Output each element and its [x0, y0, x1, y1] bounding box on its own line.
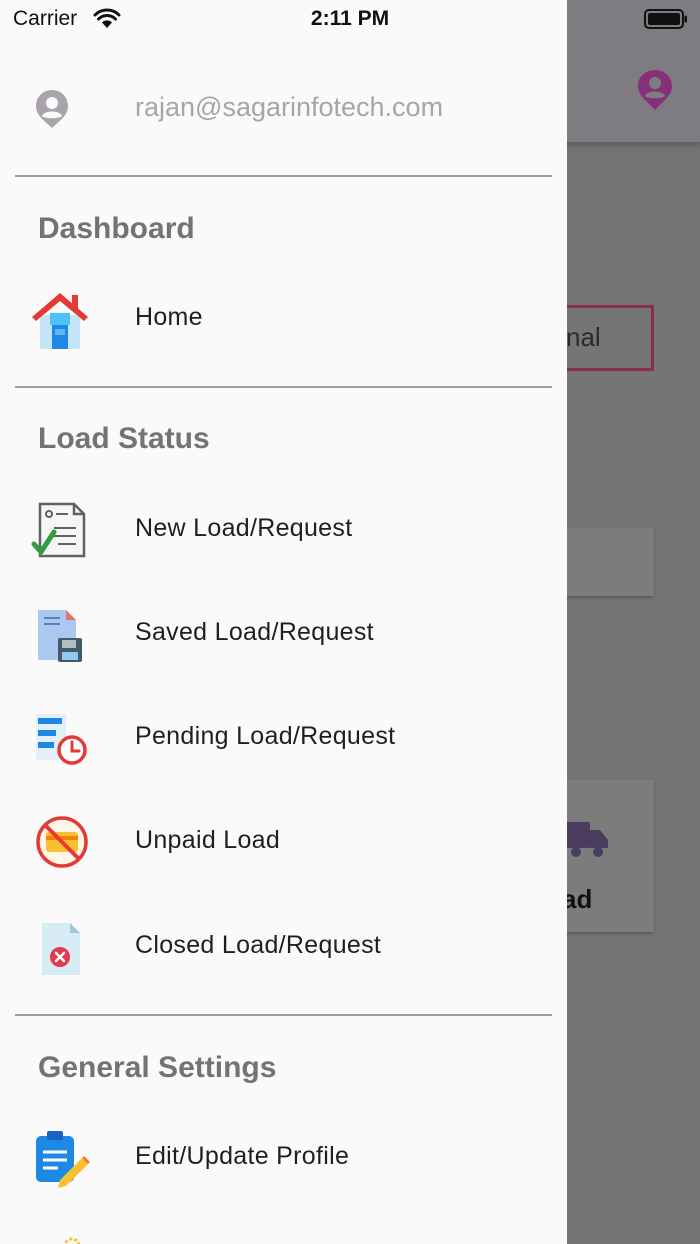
clipboard-edit-icon	[36, 1131, 90, 1188]
divider	[15, 175, 552, 177]
profile-pin-icon[interactable]	[636, 68, 674, 112]
menu-item-label: New Load/Request	[135, 514, 353, 542]
section-title-general-settings: General Settings	[38, 1051, 277, 1084]
battery-icon	[644, 9, 687, 29]
user-avatar-icon	[36, 90, 68, 128]
saved-document-floppy-icon	[38, 610, 82, 662]
section-title-load-status: Load Status	[38, 422, 210, 455]
menu-item-label: Edit/Update Profile	[135, 1142, 350, 1170]
status-time: 2:11 PM	[310, 7, 390, 30]
menu-item-label: Unpaid Load	[135, 826, 281, 854]
closed-document-x-icon	[42, 923, 80, 975]
no-card-payment-icon	[36, 816, 88, 868]
user-email: rajan@sagarinfotech.com	[135, 92, 444, 122]
home-icon	[32, 293, 88, 349]
pending-list-clock-icon	[36, 714, 87, 765]
menu-item-pending-load[interactable]: Pending Load/Request	[0, 698, 567, 778]
navigation-drawer: rajan@sagarinfotech.com Dashboard Home L…	[0, 0, 567, 1244]
menu-item-label: Home	[135, 303, 203, 331]
drawer-header: rajan@sagarinfotech.com	[0, 82, 567, 138]
divider	[15, 1014, 552, 1016]
new-document-check-icon	[31, 502, 86, 558]
divider	[15, 386, 552, 388]
menu-item-label: Saved Load/Request	[135, 618, 374, 646]
section-title-dashboard: Dashboard	[38, 212, 195, 245]
menu-item-label: Closed Load/Request	[135, 931, 382, 959]
menu-item-unpaid-load[interactable]: Unpaid Load	[0, 802, 567, 882]
partial-settings-icon	[63, 1237, 81, 1244]
menu-item-edit-profile[interactable]: Edit/Update Profile	[0, 1118, 567, 1198]
menu-item-saved-load[interactable]: Saved Load/Request	[0, 594, 567, 674]
menu-item-label: Pending Load/Request	[135, 722, 396, 750]
background-toggle-text: nal	[566, 322, 601, 352]
truck-icon	[566, 822, 608, 857]
menu-item-home[interactable]: Home	[0, 279, 567, 359]
menu-item-new-load[interactable]: New Load/Request	[0, 490, 567, 570]
menu-item-closed-load[interactable]: Closed Load/Request	[0, 907, 567, 987]
status-bar: Carrier 2:11 PM	[0, 0, 700, 40]
